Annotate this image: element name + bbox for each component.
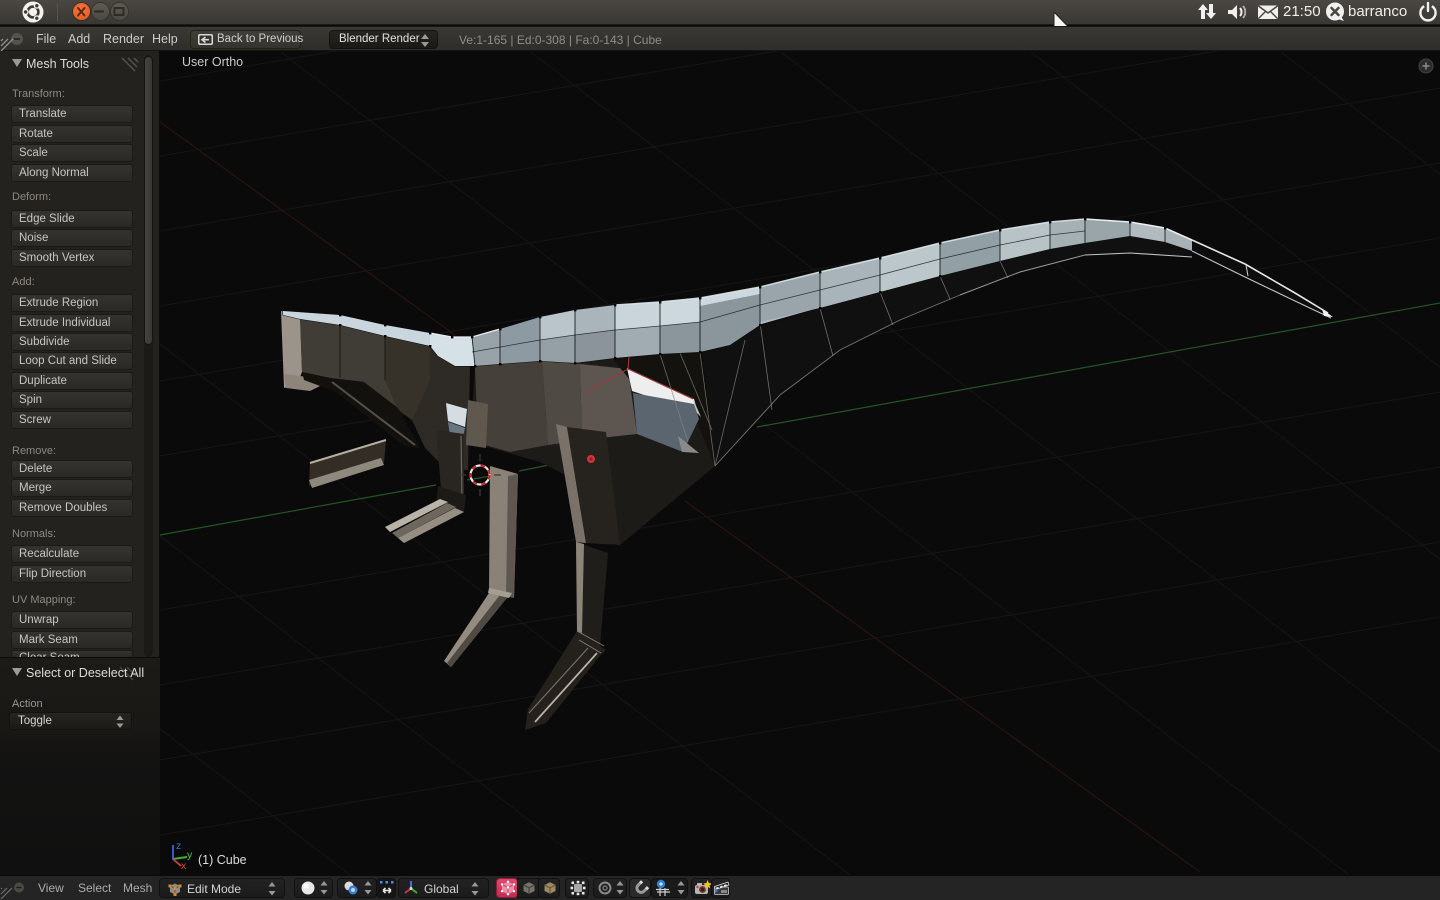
svg-text:y: y (187, 849, 193, 861)
svg-text:z: z (176, 840, 181, 852)
svg-text:(1) Cube: (1) Cube (198, 853, 247, 867)
svg-text:x: x (181, 860, 187, 872)
svg-text:User Ortho: User Ortho (182, 55, 243, 69)
